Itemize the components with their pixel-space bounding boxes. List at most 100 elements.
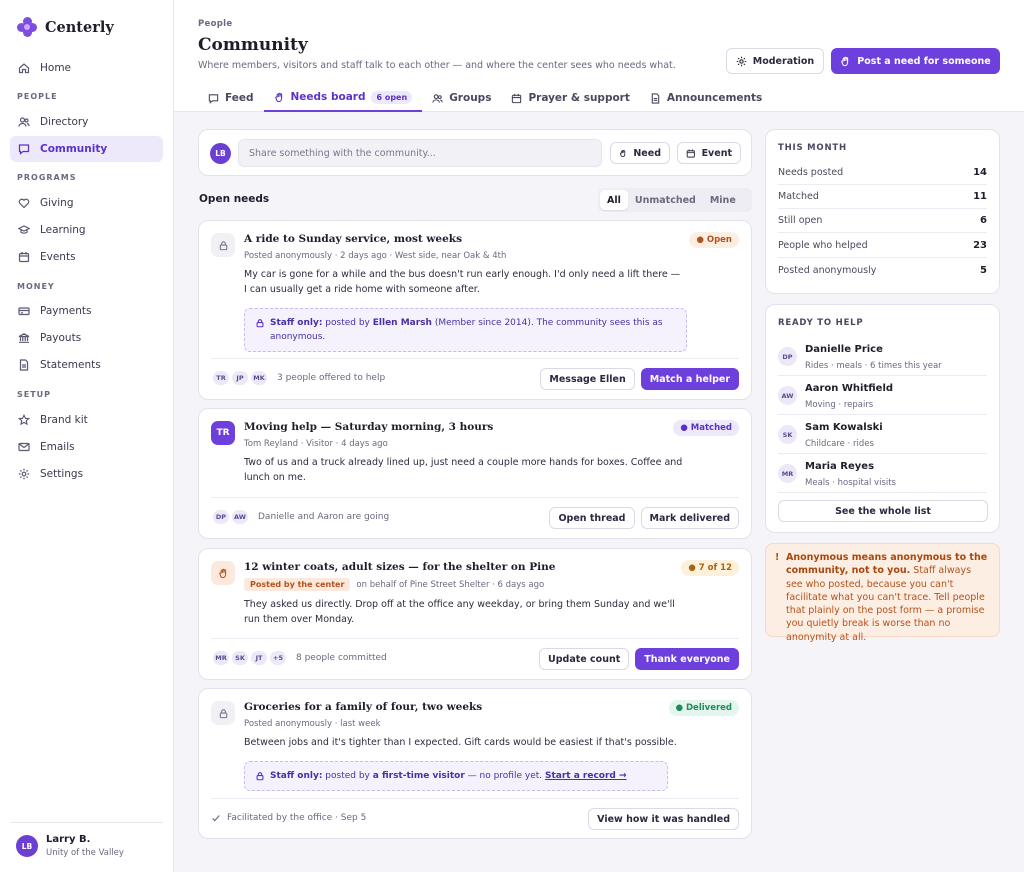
card-actions: Update count Thank everyone [539, 648, 739, 670]
sidebar-item-payouts[interactable]: Payouts [10, 325, 163, 351]
status-badge: ● Matched [673, 420, 739, 436]
sidebar-item-home[interactable]: Home [10, 55, 163, 81]
footer-text: 8 people committed [296, 653, 387, 663]
anonymity-notice: ! Anonymous means anonymous to the commu… [765, 543, 1000, 643]
avatar: MR [213, 651, 229, 665]
mark-delivered-button[interactable]: Mark delivered [640, 507, 739, 529]
update-count-button[interactable]: Update count [539, 648, 630, 670]
helper-skills: Childcare · rides [805, 439, 874, 449]
sidebar-item-directory[interactable]: Directory [10, 109, 163, 135]
stats-title: THIS MONTH [778, 143, 847, 153]
need-meta-text: on behalf of Pine Street Shelter · 6 day… [356, 579, 545, 590]
view-handled-button[interactable]: View how it was handled [588, 808, 739, 830]
share-input[interactable]: Share something with the community... [238, 139, 602, 167]
helper-item[interactable]: AW Aaron Whitfield Moving · repairs [778, 376, 987, 415]
calendar-icon [686, 149, 695, 158]
sidebar-item-giving[interactable]: Giving [10, 190, 163, 216]
helper-avatars: TR JP MK [213, 371, 267, 385]
helper-name: Danielle Price [805, 344, 883, 355]
tab-announcements[interactable]: Announcements [640, 84, 772, 112]
need-card-moving[interactable]: TR Moving help — Saturday morning, 3 hou… [198, 408, 752, 539]
breadcrumb[interactable]: People [198, 19, 232, 29]
stat-row: Posted anonymously 5 [778, 258, 987, 282]
heart-icon [18, 198, 30, 209]
sidebar-item-label: Directory [40, 116, 89, 128]
footer-text: 3 people offered to help [277, 373, 386, 383]
avatar: LB [16, 835, 38, 857]
helper-name: Sam Kowalski [805, 422, 883, 433]
moderation-button[interactable]: Moderation [726, 48, 824, 74]
helper-item[interactable]: DP Danielle Price Rides · meals · 6 time… [778, 337, 987, 376]
post-need-button[interactable]: Post a need for someone [831, 48, 1000, 74]
sidebar-item-events[interactable]: Events [10, 244, 163, 270]
footer-text: Facilitated by the office · Sep 5 [211, 813, 366, 823]
filter-unmatched[interactable]: Unmatched [628, 190, 703, 210]
chat-bubble-icon [208, 93, 219, 104]
sidebar-item-brand-kit[interactable]: Brand kit [10, 407, 163, 433]
avatar: DP [213, 510, 229, 524]
need-card-ride[interactable]: A ride to Sunday service, most weeks Pos… [198, 220, 752, 400]
sidebar-item-statements[interactable]: Statements [10, 352, 163, 378]
need-title[interactable]: A ride to Sunday service, most weeks [244, 233, 462, 245]
need-title[interactable]: Moving help — Saturday morning, 3 hours [244, 421, 493, 433]
chat-bubble-icon [18, 144, 30, 155]
sidebar-item-learning[interactable]: Learning [10, 217, 163, 243]
open-count-badge: 6 open [371, 90, 413, 104]
tab-prayer-support[interactable]: Prayer & support [501, 84, 639, 112]
poster-name[interactable]: Ellen Marsh [373, 318, 432, 328]
tab-groups[interactable]: Groups [422, 84, 501, 112]
card-footer: DP AW Danielle and Aaron are going Open … [211, 497, 739, 537]
avatar: AW [232, 510, 248, 524]
need-card-coats[interactable]: 12 winter coats, adult sizes — for the s… [198, 548, 752, 680]
card-actions: Open thread Mark delivered [549, 507, 739, 529]
hand-icon [841, 56, 849, 66]
need-card-groceries[interactable]: Groceries for a family of four, two week… [198, 688, 752, 839]
stat-row: People who helped 23 [778, 234, 987, 258]
need-button[interactable]: Need [610, 142, 670, 164]
need-title[interactable]: 12 winter coats, adult sizes — for the s… [244, 561, 555, 573]
need-meta: Posted anonymously · last week [244, 719, 381, 729]
nav-section-setup: SETUP [17, 390, 52, 399]
sidebar-item-payments[interactable]: Payments [10, 298, 163, 324]
tab-feed[interactable]: Feed [198, 84, 264, 112]
avatar: LB [210, 143, 231, 164]
current-user[interactable]: LB Larry B. Unity of the Valley [10, 822, 163, 858]
filter-all[interactable]: All [600, 190, 628, 210]
event-button[interactable]: Event [677, 142, 741, 164]
status-badge: ● Open [689, 232, 739, 248]
helper-avatars: MR SK JT +5 [213, 651, 286, 665]
open-thread-button[interactable]: Open thread [549, 507, 635, 529]
helper-avatars: DP AW [213, 510, 248, 524]
sidebar-item-settings[interactable]: Settings [10, 461, 163, 487]
hand-icon [211, 561, 235, 585]
avatar: MR [778, 464, 797, 483]
stat-label: Matched [778, 191, 819, 202]
brand[interactable]: Centerly [17, 17, 114, 37]
stat-row: Still open 6 [778, 209, 987, 233]
people-icon [18, 117, 30, 127]
stat-label: People who helped [778, 240, 868, 251]
tab-needs-board[interactable]: Needs board 6 open [263, 84, 423, 112]
needs-filter: All Unmatched Mine [598, 188, 752, 212]
sidebar-item-emails[interactable]: Emails [10, 434, 163, 460]
composer: LB Share something with the community...… [198, 129, 752, 176]
see-whole-list-button[interactable]: See the whole list [778, 500, 988, 522]
helper-name: Maria Reyes [805, 461, 875, 472]
message-ellen-button[interactable]: Message Ellen [540, 368, 635, 390]
centerly-logo-icon [17, 17, 37, 37]
avatar: JT [251, 651, 267, 665]
helper-item[interactable]: SK Sam Kowalski Childcare · rides [778, 415, 987, 454]
start-record-link[interactable]: Start a record → [545, 771, 627, 781]
filter-mine[interactable]: Mine [703, 190, 743, 210]
match-helper-button[interactable]: Match a helper [640, 368, 739, 390]
user-name: Larry B. [46, 834, 91, 845]
card-actions: Message Ellen Match a helper [540, 368, 739, 390]
sidebar-item-community[interactable]: Community [10, 136, 163, 162]
need-title[interactable]: Groceries for a family of four, two week… [244, 701, 482, 713]
document-icon [19, 359, 29, 371]
thank-everyone-button[interactable]: Thank everyone [635, 648, 739, 670]
need-body: Between jobs and it's tighter than I exp… [244, 737, 677, 748]
helper-item[interactable]: MR Maria Reyes Meals · hospital visits [778, 454, 987, 493]
card-icon [18, 307, 30, 316]
month-stats: THIS MONTH Needs posted 14 Matched 11 Stil… [765, 129, 1000, 294]
